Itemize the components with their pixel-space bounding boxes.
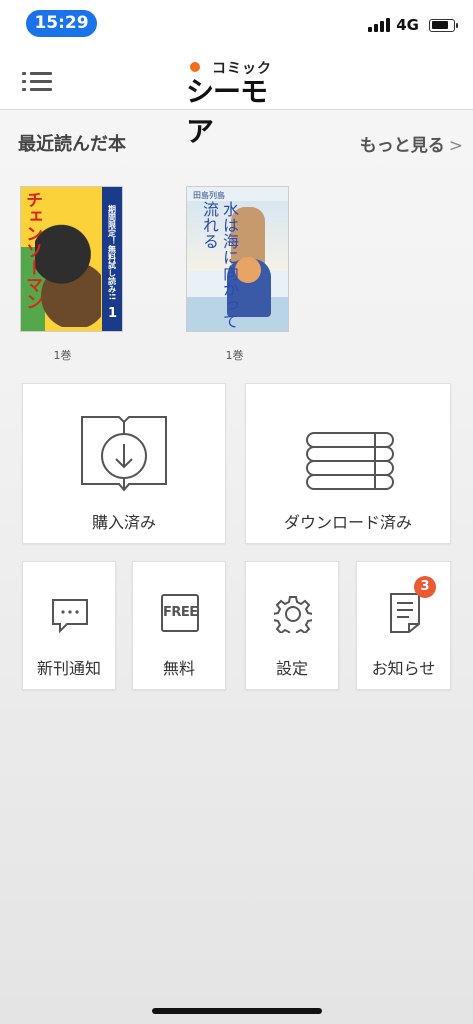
book-download-icon bbox=[81, 416, 167, 492]
cover-author: 田島列島 bbox=[193, 191, 225, 200]
settings-tile[interactable]: 設定 bbox=[245, 561, 339, 690]
chevron-right-icon: > bbox=[448, 136, 463, 156]
home-indicator[interactable] bbox=[152, 1008, 322, 1014]
status-bar: 15:29 4G bbox=[0, 0, 473, 50]
new-release-label: 新刊通知 bbox=[36, 659, 101, 678]
more-link-label: もっと見る bbox=[359, 136, 445, 156]
gear-icon bbox=[274, 596, 312, 633]
book-cover[interactable]: チェンソーマン 期間限定！無料試し読み!! 1 bbox=[20, 186, 123, 332]
logo-main-text: シーモア bbox=[186, 75, 268, 148]
stack-icon bbox=[306, 432, 394, 490]
cover-band-text: 期間限定！無料試し読み!! bbox=[107, 205, 117, 301]
network-type: 4G bbox=[396, 16, 419, 34]
notification-badge: 3 bbox=[414, 576, 436, 598]
cover-title: 水は海に向かって流れる bbox=[200, 201, 239, 329]
purchased-label: 購入済み bbox=[91, 513, 156, 532]
settings-label: 設定 bbox=[275, 659, 308, 678]
new-release-tile[interactable]: 新刊通知 bbox=[22, 561, 116, 690]
purchased-tile[interactable]: 購入済み bbox=[22, 383, 226, 544]
book-cover[interactable]: 田島列島 水は海に向かって流れる bbox=[186, 186, 289, 332]
cover-number: 1 bbox=[107, 306, 117, 321]
app-header: コミック シーモア bbox=[0, 50, 473, 148]
free-icon: FREE bbox=[161, 594, 199, 632]
free-tile[interactable]: FREE 無料 bbox=[132, 561, 226, 690]
recent-book[interactable]: チェンソーマン 期間限定！無料試し読み!! 1 1巻 bbox=[20, 186, 125, 363]
app-logo: コミック シーモア bbox=[186, 56, 286, 148]
downloaded-label: ダウンロード済み bbox=[283, 513, 412, 532]
document-icon bbox=[390, 593, 420, 633]
more-link[interactable]: もっと見る > bbox=[360, 131, 463, 156]
news-tile[interactable]: 3 お知らせ bbox=[356, 561, 451, 690]
news-label: お知らせ bbox=[371, 659, 436, 678]
battery-icon bbox=[429, 18, 458, 32]
signal-icon bbox=[368, 18, 391, 32]
chat-bubble-icon bbox=[52, 599, 88, 634]
status-time: 15:29 bbox=[26, 10, 97, 37]
book-volume: 1巻 bbox=[53, 349, 72, 362]
cover-title: チェンソーマン bbox=[22, 191, 42, 310]
recent-book[interactable]: 田島列島 水は海に向かって流れる 1巻 bbox=[186, 186, 291, 363]
status-indicators: 4G bbox=[368, 16, 458, 34]
menu-button[interactable] bbox=[22, 72, 52, 94]
recent-section-title: 最近読んだ本 bbox=[18, 134, 126, 155]
downloaded-tile[interactable]: ダウンロード済み bbox=[245, 383, 451, 544]
free-label: 無料 bbox=[162, 659, 195, 678]
book-volume: 1巻 bbox=[225, 349, 244, 362]
